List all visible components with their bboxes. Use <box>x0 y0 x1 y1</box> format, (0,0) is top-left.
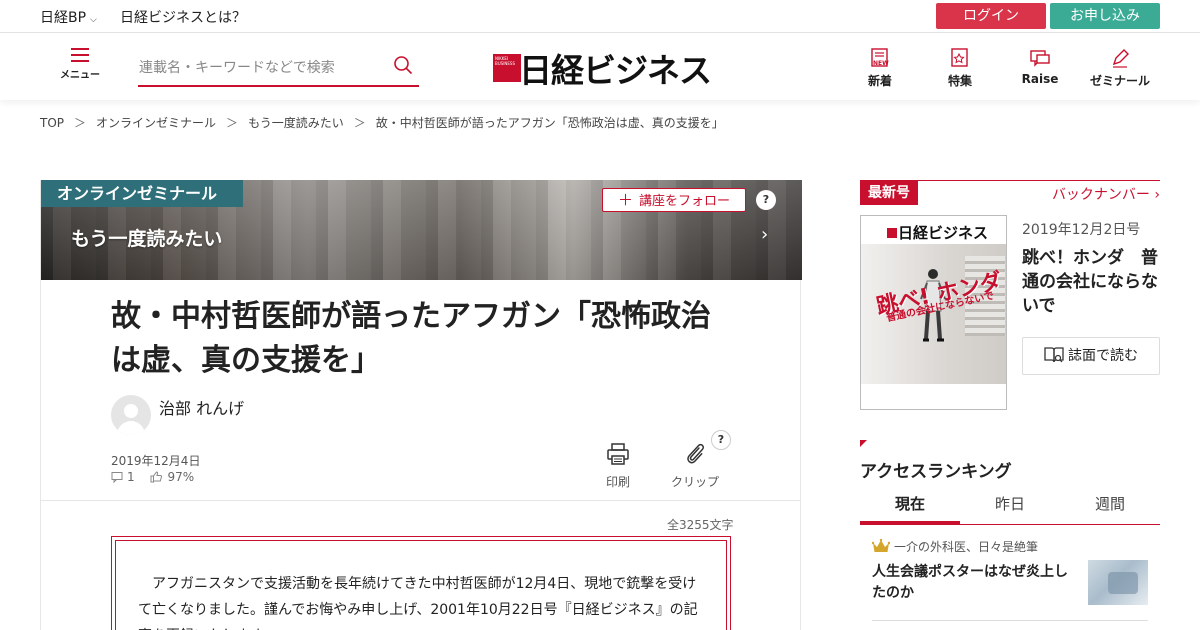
clip-button[interactable]: クリップ <box>671 442 719 490</box>
nav-feature-label: 特集 <box>947 74 972 88</box>
nav-seminar-label: ゼミナール <box>1089 74 1150 88</box>
printer-icon <box>607 443 629 465</box>
nav-seminar[interactable]: ゼミナール <box>1085 47 1155 89</box>
logo-mark: NIKKEI BUSINESS <box>493 54 521 82</box>
nav-raise-label: Raise <box>1021 72 1059 86</box>
ranking-item-title[interactable]: 人生会議ポスターはなぜ炎上したのか <box>872 562 1072 604</box>
search-icon[interactable] <box>393 55 413 75</box>
open-book-icon <box>1044 347 1064 363</box>
clip-label: クリップ <box>671 475 720 489</box>
lead-text: アフガニスタンで支援活動を長年続けてきた中村哲医師が12月4日、現地で銃撃を受け… <box>115 540 727 630</box>
backnumber-link[interactable]: バックナンバー › <box>1052 184 1160 204</box>
ranking-title: アクセスランキング <box>860 462 1012 482</box>
site-header: メニュー 連載名・キーワードなどで検索 NIKKEI BUSINESS 日経ビジ… <box>0 33 1200 100</box>
follow-course-button[interactable]: ＋ 講座をフォロー <box>602 188 746 212</box>
latest-issue-header: 最新号 バックナンバー › <box>860 180 1160 205</box>
logo-text: 日経ビジネス <box>519 51 712 90</box>
series-title[interactable]: もう一度読みたい <box>71 224 222 251</box>
menu-label: メニュー <box>60 70 100 81</box>
author-avatar[interactable] <box>111 395 151 435</box>
apply-button[interactable]: お申し込み <box>1050 3 1160 29</box>
comment-count[interactable]: 1 <box>111 470 135 484</box>
top-bar: 日経BP ⌵ 日経ビジネスとは？ ログイン お申し込み <box>0 0 1200 33</box>
ranking-tabs: 現在 昨日 週間 <box>860 490 1160 525</box>
nav-raise[interactable]: Raise <box>1005 47 1075 86</box>
plus-icon: ＋ <box>617 191 633 209</box>
latest-issue-tag: 最新号 <box>860 181 918 205</box>
cover-masthead: 日経ビジネス <box>861 216 1006 244</box>
issue-date: 2019年12月2日号 <box>1022 222 1141 238</box>
hamburger-icon <box>71 48 89 62</box>
help-icon[interactable]: ? <box>711 430 731 450</box>
series-banner[interactable]: オンラインゼミナール もう一度読みたい ＋ 講座をフォロー ? › <box>41 180 802 280</box>
chevron-right-icon[interactable]: › <box>761 224 768 245</box>
breadcrumb-series[interactable]: もう一度読みたい <box>248 116 344 130</box>
divider <box>872 620 1148 621</box>
breadcrumb-separator: ＞ <box>226 116 239 130</box>
print-label: 印刷 <box>606 475 631 489</box>
category-label[interactable]: オンラインゼミナール <box>41 180 243 207</box>
active-tab-indicator <box>860 521 960 524</box>
breadcrumb-top[interactable]: TOP <box>40 116 64 130</box>
magazine-cover[interactable]: 日経ビジネス 跳べ! ホンダ 普通の会社にならないで <box>860 215 1007 410</box>
ranking-item-thumbnail[interactable] <box>1088 560 1148 605</box>
divider <box>41 500 800 501</box>
article-stats: 1 97% <box>111 470 206 486</box>
char-count: 全3255文字 <box>667 518 734 532</box>
breadcrumb-current: 故・中村哲医師が語ったアフガン「恐怖政治は虚、真の支援を」 <box>375 116 724 130</box>
tab-now[interactable]: 現在 <box>860 493 960 514</box>
nikkei-bp-label: 日経BP <box>40 10 87 26</box>
tab-weekly[interactable]: 週間 <box>1060 493 1160 514</box>
search-input[interactable]: 連載名・キーワードなどで検索 <box>139 57 335 77</box>
breadcrumb: TOP ＞ オンラインゼミナール ＞ もう一度読みたい ＞ 故・中村哲医師が語ったアフガン「… <box>40 114 724 131</box>
pen-icon <box>1109 47 1131 69</box>
author-name[interactable]: 治部 れんげ <box>159 395 244 419</box>
nav-new[interactable]: NEW 新着 <box>845 47 915 89</box>
help-icon[interactable]: ? <box>756 190 776 210</box>
nikkei-bp-dropdown[interactable]: 日経BP ⌵ <box>40 7 97 27</box>
feature-icon <box>949 47 971 69</box>
ranking-item-series: 一介の外科医、日々是絶筆 <box>894 540 1039 554</box>
article-title: 故・中村哲医師が語ったアフガン「恐怖政治は虚、真の支援を」 <box>111 299 711 378</box>
read-magazine-button[interactable]: 誌面で読む <box>1022 337 1160 375</box>
chat-icon <box>1029 47 1051 69</box>
chevron-right-icon: › <box>1154 187 1160 203</box>
breadcrumb-separator: ＞ <box>353 116 366 130</box>
paperclip-icon <box>687 443 704 464</box>
nav-new-label: 新着 <box>867 74 892 88</box>
breadcrumb-seminar[interactable]: オンラインゼミナール <box>96 116 216 130</box>
follow-label: 講座をフォロー <box>639 194 731 209</box>
new-badge: NEW <box>873 60 889 67</box>
like-rate[interactable]: 97% <box>150 470 194 484</box>
new-doc-icon: NEW <box>869 47 891 69</box>
search-box[interactable]: 連載名・キーワードなどで検索 <box>138 47 419 87</box>
ranking-corner-mark <box>860 440 867 447</box>
login-button[interactable]: ログイン <box>936 3 1046 29</box>
chevron-down-icon: ⌵ <box>90 15 97 25</box>
menu-button[interactable]: メニュー <box>58 48 102 81</box>
breadcrumb-separator: ＞ <box>74 116 87 130</box>
comment-icon <box>111 472 123 483</box>
nav-feature[interactable]: 特集 <box>925 47 995 89</box>
print-button[interactable]: 印刷 <box>606 442 630 490</box>
article: オンラインゼミナール もう一度読みたい ＋ 講座をフォロー ? › 故・中村哲医師… <box>40 180 802 630</box>
thumbs-up-icon <box>150 471 163 483</box>
lead-box: アフガニスタンで支援活動を長年続けてきた中村哲医師が12月4日、現地で銃撃を受け… <box>111 536 731 630</box>
crown-icon <box>872 539 890 552</box>
about-link[interactable]: 日経ビジネスとは？ <box>120 7 246 27</box>
publish-date: 2019年12月4日 <box>111 454 201 468</box>
issue-title[interactable]: 跳べ！ホンダ 普通の会社にならないで <box>1022 246 1162 318</box>
tab-yesterday[interactable]: 昨日 <box>960 493 1060 514</box>
